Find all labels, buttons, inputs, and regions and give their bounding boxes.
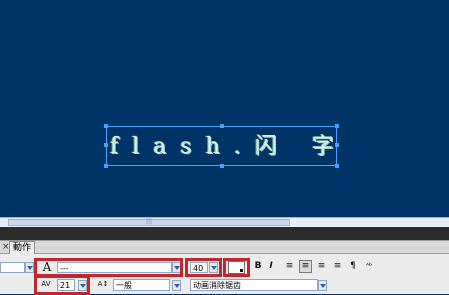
text-type-select[interactable]	[0, 262, 25, 273]
grip-icon: |||	[146, 218, 153, 225]
resize-handle[interactable]	[104, 143, 108, 147]
stage-text[interactable]: flash.闪 字	[110, 130, 348, 164]
chevron-down-icon[interactable]	[25, 262, 34, 273]
italic-button[interactable]: I	[266, 261, 276, 272]
paragraph-icon[interactable]: ¶	[348, 261, 358, 272]
horizontal-scrollbar[interactable]: |||	[0, 217, 449, 227]
stage-canvas[interactable]: flash.闪 字	[0, 0, 449, 217]
align-right-icon[interactable]: ≡	[316, 261, 327, 272]
properties-panel: × 動作 A --- 40 B I ≡ ≡ ≡ ≡ ¶ ᴬᵇ AV 21 A↕ …	[0, 240, 449, 295]
highlight-text-color	[223, 258, 250, 277]
chevron-down-icon[interactable]	[318, 280, 327, 291]
highlight-letter-spacing	[34, 275, 90, 295]
resize-handle[interactable]	[220, 124, 224, 128]
baseline-field[interactable]: 一般	[113, 279, 170, 291]
tab-actions[interactable]: 動作	[9, 241, 36, 254]
bold-button[interactable]: B	[253, 261, 263, 272]
resize-handle[interactable]	[104, 124, 108, 128]
justify-icon[interactable]: ≡	[332, 261, 343, 272]
align-center-icon[interactable]: ≡	[299, 260, 312, 273]
resize-handle[interactable]	[220, 164, 224, 168]
highlight-font-size	[185, 258, 222, 277]
anti-alias-field[interactable]: 动画消除锯齿	[190, 279, 318, 291]
baseline-icon: A↕	[97, 280, 109, 288]
resize-handle[interactable]	[335, 164, 339, 168]
resize-handle[interactable]	[335, 124, 339, 128]
resize-handle[interactable]	[104, 164, 108, 168]
align-left-icon[interactable]: ≡	[284, 261, 295, 272]
text-orientation-icon[interactable]: ᴬᵇ	[362, 261, 376, 272]
panel-tab-bar: × 動作	[0, 241, 449, 254]
chevron-down-icon[interactable]	[172, 280, 181, 291]
panel-separator	[0, 227, 449, 240]
